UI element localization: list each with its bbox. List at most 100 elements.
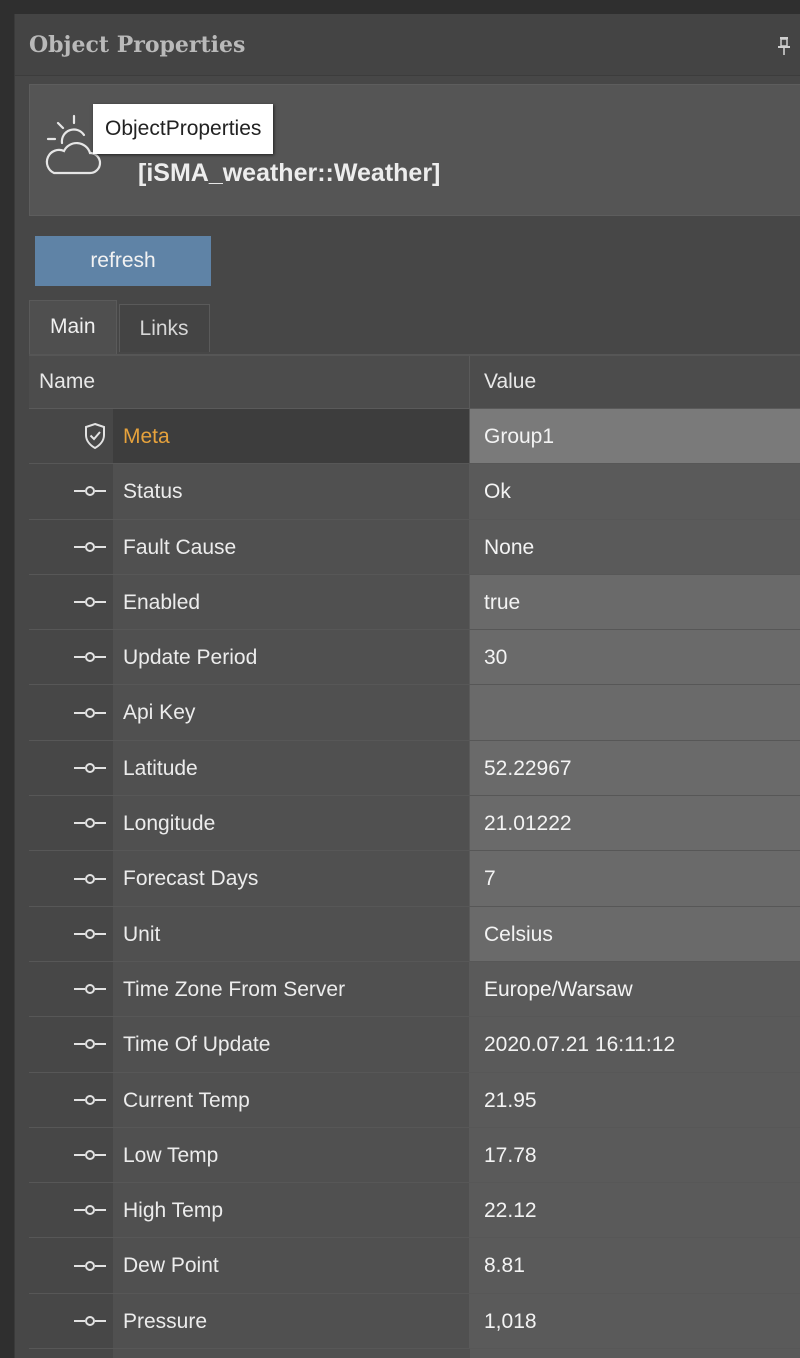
property-name: Longitude bbox=[113, 796, 470, 851]
slot-icon bbox=[74, 984, 106, 995]
slot-icon bbox=[74, 1150, 106, 1160]
property-name: Latitude bbox=[113, 740, 470, 796]
slot-icon bbox=[74, 873, 106, 884]
name-cell bbox=[113, 1349, 471, 1358]
property-name: High Temp bbox=[113, 1183, 470, 1238]
shield-check-icon bbox=[85, 423, 105, 450]
property-value[interactable]: Europe/Warsaw bbox=[470, 961, 800, 1017]
property-row[interactable]: Time Zone From Server Europe/Warsaw bbox=[29, 961, 800, 1018]
property-grid: Name Value Meta Group1 Status Ok Fault Cause… bbox=[29, 354, 800, 1358]
row-icon-cell bbox=[29, 1128, 113, 1182]
row-icon-cell bbox=[29, 1294, 113, 1348]
tab-bar: Main Links bbox=[29, 300, 212, 354]
slot-icon bbox=[74, 1205, 106, 1216]
property-value[interactable]: 30 bbox=[470, 630, 800, 685]
property-name: Forecast Days bbox=[113, 851, 470, 906]
property-row[interactable]: Low Temp 17.78 bbox=[29, 1127, 800, 1184]
grid-header: Name Value bbox=[29, 356, 800, 409]
row-icon-cell bbox=[29, 962, 113, 1016]
row-icon-cell bbox=[29, 1073, 113, 1127]
row-icon-cell bbox=[29, 1183, 113, 1237]
property-row[interactable]: Api Key bbox=[29, 685, 800, 741]
property-name: Unit bbox=[113, 906, 470, 961]
property-name: Pressure bbox=[113, 1293, 470, 1349]
property-name: Fault Cause bbox=[113, 519, 470, 574]
column-header-value[interactable]: Value bbox=[470, 356, 800, 408]
slot-icon bbox=[74, 541, 106, 552]
slot-icon bbox=[74, 486, 106, 497]
grid-row-partial bbox=[29, 1349, 800, 1358]
property-value[interactable]: true bbox=[470, 574, 800, 630]
row-icon-cell bbox=[29, 907, 113, 961]
property-row[interactable]: High Temp 22.12 bbox=[29, 1183, 800, 1239]
property-name: Enabled bbox=[113, 574, 470, 630]
property-value[interactable] bbox=[470, 685, 800, 740]
panel-titlebar: Object Properties bbox=[15, 14, 800, 76]
row-icon-cell bbox=[29, 1238, 113, 1292]
slot-icon bbox=[74, 762, 106, 773]
row-icon-cell bbox=[29, 741, 113, 795]
refresh-button[interactable]: refresh bbox=[35, 236, 211, 286]
object-properties-panel: Object Properties [iSMA_weather::Weather… bbox=[14, 14, 800, 1358]
row-icon-cell bbox=[29, 1017, 113, 1071]
property-value[interactable]: Ok bbox=[470, 464, 800, 519]
property-row[interactable]: Update Period 30 bbox=[29, 630, 800, 686]
object-path-label: [iSMA_weather::Weather] bbox=[138, 159, 441, 187]
value-cell bbox=[471, 1349, 800, 1358]
property-name: Meta bbox=[113, 409, 470, 464]
property-row[interactable]: Unit Celsius bbox=[29, 906, 800, 962]
property-row[interactable]: Meta Group1 bbox=[29, 409, 800, 465]
property-value[interactable]: Group1 bbox=[470, 409, 800, 464]
row-icon-cell bbox=[29, 685, 113, 739]
grid-rows: Meta Group1 Status Ok Fault Cause None Enabled… bbox=[29, 409, 800, 1350]
property-value[interactable]: 21.01222 bbox=[470, 796, 800, 851]
property-row[interactable]: Current Temp 21.95 bbox=[29, 1072, 800, 1128]
property-name: Status bbox=[113, 464, 470, 519]
property-value[interactable]: Celsius bbox=[470, 906, 800, 961]
property-value[interactable]: 2020.07.21 16:11:12 bbox=[470, 1017, 800, 1072]
property-value[interactable]: 22.12 bbox=[470, 1183, 800, 1238]
property-value[interactable]: 7 bbox=[470, 851, 800, 906]
property-value[interactable]: 1,018 bbox=[470, 1293, 800, 1349]
property-row[interactable]: Fault Cause None bbox=[29, 519, 800, 575]
property-value[interactable]: None bbox=[470, 519, 800, 574]
tab-links[interactable]: Links bbox=[118, 304, 210, 352]
row-icon-cell bbox=[29, 575, 113, 629]
slot-icon bbox=[74, 1260, 106, 1271]
property-row[interactable]: Status Ok bbox=[29, 464, 800, 520]
panel-title: Object Properties bbox=[29, 31, 246, 58]
slot-icon bbox=[74, 1315, 106, 1326]
slot-icon bbox=[74, 928, 106, 939]
column-header-name[interactable]: Name bbox=[29, 356, 470, 408]
property-name: Api Key bbox=[113, 685, 470, 740]
property-row[interactable]: Longitude 21.01222 bbox=[29, 796, 800, 852]
property-row[interactable]: Forecast Days 7 bbox=[29, 851, 800, 907]
property-value[interactable]: 21.95 bbox=[470, 1072, 800, 1127]
row-icon-cell bbox=[29, 409, 113, 463]
property-row[interactable]: Pressure 1,018 bbox=[29, 1293, 800, 1350]
property-row[interactable]: Time Of Update 2020.07.21 16:11:12 bbox=[29, 1017, 800, 1073]
row-icon-cell bbox=[29, 796, 113, 850]
slot-icon bbox=[74, 652, 106, 663]
slot-icon bbox=[74, 1094, 106, 1105]
property-name: Low Temp bbox=[113, 1127, 470, 1183]
tab-main[interactable]: Main bbox=[29, 300, 117, 354]
row-icon-cell bbox=[29, 630, 113, 684]
property-name: Time Zone From Server bbox=[113, 961, 470, 1017]
property-value[interactable]: 8.81 bbox=[470, 1238, 800, 1293]
property-row[interactable]: Latitude 52.22967 bbox=[29, 740, 800, 797]
tooltip: ObjectProperties bbox=[93, 104, 274, 154]
row-icon-cell bbox=[29, 464, 113, 518]
slot-icon bbox=[74, 597, 106, 608]
property-value[interactable]: 17.78 bbox=[470, 1127, 800, 1183]
row-icon-cell bbox=[29, 851, 113, 905]
row-icon-cell bbox=[29, 520, 113, 574]
property-row[interactable]: Dew Point 8.81 bbox=[29, 1238, 800, 1294]
property-name: Current Temp bbox=[113, 1072, 470, 1127]
property-name: Update Period bbox=[113, 630, 470, 685]
pin-icon[interactable] bbox=[777, 36, 791, 56]
property-row[interactable]: Enabled true bbox=[29, 574, 800, 631]
slot-icon bbox=[74, 1039, 106, 1050]
property-value[interactable]: 52.22967 bbox=[470, 740, 800, 796]
slot-icon bbox=[74, 818, 106, 829]
